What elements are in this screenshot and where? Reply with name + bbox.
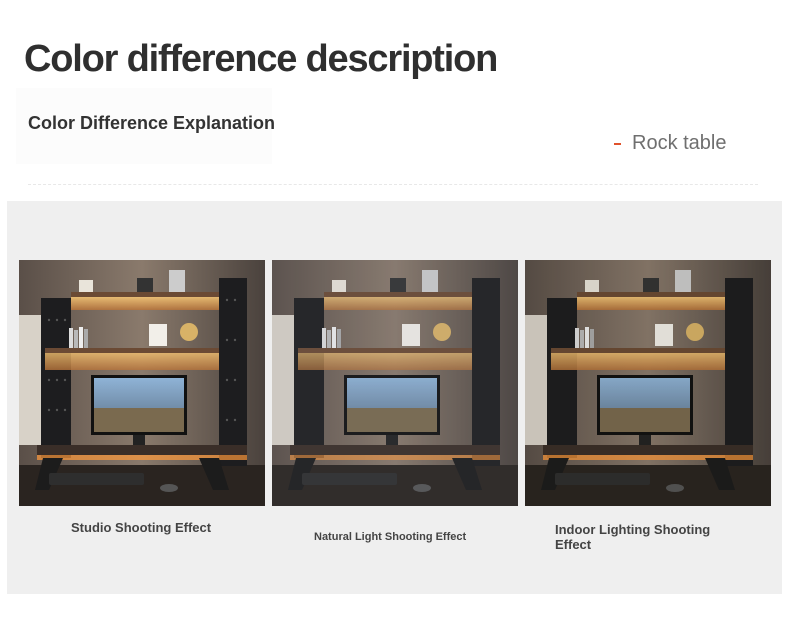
section-subtitle: Color Difference Explanation [28, 113, 276, 133]
desk-shelf-illustration [19, 260, 265, 506]
indoor-lighting-effect-photo [525, 260, 771, 506]
studio-effect-photo [19, 260, 265, 506]
dashed-divider [28, 184, 758, 185]
desk-shelf-illustration [272, 260, 518, 506]
caption-natural-light: Natural Light Shooting Effect [314, 531, 467, 543]
caption-studio: Studio Shooting Effect [71, 520, 212, 535]
page-title: Color difference description [24, 38, 498, 80]
caption-indoor-lighting: Indoor Lighting Shooting Effect [555, 522, 711, 552]
material-label: Rock table [632, 132, 727, 154]
desk-shelf-illustration [525, 260, 771, 506]
natural-light-effect-photo [272, 260, 518, 506]
accent-dash-icon [614, 143, 621, 145]
